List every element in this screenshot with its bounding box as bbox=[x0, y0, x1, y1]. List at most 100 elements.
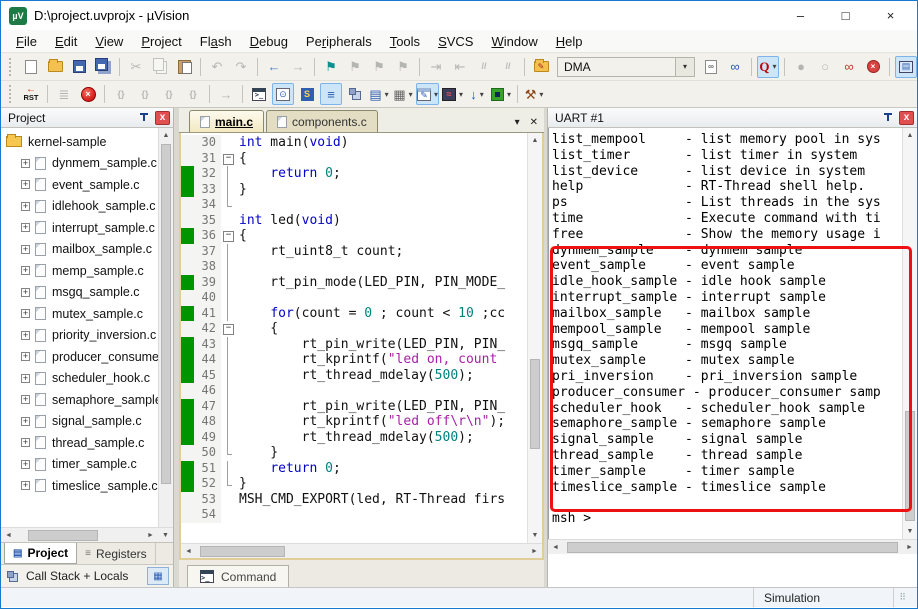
watch-window-icon[interactable]: ▤ ▾ bbox=[368, 83, 390, 105]
scroll-right-icon[interactable]: ► bbox=[527, 548, 542, 555]
menu-help[interactable]: Help bbox=[547, 32, 592, 51]
window-list-icon[interactable]: ▾ bbox=[515, 117, 520, 128]
toolbox-icon[interactable]: ⚒ ▾ bbox=[523, 83, 545, 105]
tree-item-semaphore_sample-c[interactable]: + semaphore_sample.c bbox=[1, 389, 173, 411]
symbol-window-icon[interactable]: S bbox=[296, 83, 318, 105]
menu-file[interactable]: File bbox=[7, 32, 46, 51]
tree-item-memp_sample-c[interactable]: + memp_sample.c bbox=[1, 260, 173, 282]
tree-item-msgq_sample-c[interactable]: + msgq_sample.c bbox=[1, 282, 173, 304]
reset-cpu-icon[interactable]: RST bbox=[20, 83, 42, 105]
expand-icon[interactable]: + bbox=[21, 180, 30, 190]
step-into-icon[interactable]: {} bbox=[110, 83, 132, 105]
code-line-34[interactable]: 34 bbox=[181, 197, 527, 213]
expand-icon[interactable]: + bbox=[21, 244, 30, 254]
tree-item-signal_sample-c[interactable]: + signal_sample.c bbox=[1, 411, 173, 433]
tab-main-c[interactable]: main.c bbox=[189, 110, 265, 132]
paste-icon[interactable] bbox=[173, 56, 195, 78]
code-line-50[interactable]: 50 } bbox=[181, 445, 527, 461]
fold-toggle-icon[interactable] bbox=[221, 228, 234, 244]
expand-icon[interactable]: + bbox=[21, 266, 30, 276]
code-line-46[interactable]: 46 bbox=[181, 383, 527, 399]
code-line-47[interactable]: 47 rt_pin_write(LED_PIN, PIN_ bbox=[181, 398, 527, 414]
breakpoint-kill-all-icon[interactable]: × bbox=[862, 56, 884, 78]
tree-item-event_sample-c[interactable]: + event_sample.c bbox=[1, 174, 173, 196]
tree-item-producer_consumer-c[interactable]: + producer_consumer.c bbox=[1, 346, 173, 368]
unindent-icon[interactable]: ⇤ bbox=[449, 56, 471, 78]
code-line-52[interactable]: 52} bbox=[181, 476, 527, 492]
expand-icon[interactable]: + bbox=[21, 395, 30, 405]
resize-grip[interactable]: ⠿ bbox=[893, 588, 917, 607]
disassembly-window-icon[interactable]: ⊙ bbox=[272, 83, 294, 105]
menu-svcs[interactable]: SVCS bbox=[429, 32, 482, 51]
tree-item-dynmem_sample-c[interactable]: + dynmem_sample.c bbox=[1, 153, 173, 175]
scrollbar-thumb[interactable] bbox=[905, 411, 915, 521]
project-window-icon[interactable]: ▤ bbox=[895, 55, 917, 78]
open-file-icon[interactable] bbox=[44, 56, 66, 78]
tree-item-priority_inversion-c[interactable]: + priority_inversion.c bbox=[1, 325, 173, 347]
menu-tools[interactable]: Tools bbox=[381, 32, 429, 51]
scroll-up-icon[interactable]: ▲ bbox=[903, 128, 917, 143]
memory-window-button[interactable]: ▦ bbox=[147, 567, 169, 585]
scrollbar-thumb[interactable] bbox=[567, 541, 898, 553]
scrollbar-thumb[interactable] bbox=[530, 358, 540, 449]
scroll-down-icon[interactable]: ▼ bbox=[528, 528, 542, 543]
scroll-down-icon[interactable]: ▼ bbox=[903, 524, 917, 539]
fold-toggle-icon[interactable] bbox=[221, 151, 234, 167]
scroll-up-icon[interactable]: ▲ bbox=[528, 133, 542, 148]
navigate-back-icon[interactable]: ← bbox=[263, 56, 285, 78]
breakpoint-enable-icon[interactable]: ○ bbox=[814, 56, 836, 78]
editor-vscrollbar[interactable]: ▲ ▼ bbox=[527, 133, 542, 543]
uart-output[interactable]: list_mempool - list memory pool in sys li… bbox=[549, 128, 902, 539]
maximize-button[interactable]: □ bbox=[823, 3, 868, 29]
code-line-43[interactable]: 43 rt_pin_write(LED_PIN, PIN_ bbox=[181, 336, 527, 352]
redo-icon[interactable]: ↷ bbox=[230, 56, 252, 78]
tree-root-kernel-sample[interactable]: kernel-sample bbox=[1, 131, 173, 153]
tree-item-scheduler_hook-c[interactable]: + scheduler_hook.c bbox=[1, 368, 173, 390]
uart-hscrollbar[interactable]: ◄ ► bbox=[548, 539, 917, 554]
scroll-right-icon[interactable]: ► bbox=[902, 544, 917, 551]
expand-icon[interactable]: + bbox=[21, 459, 30, 469]
tree-item-mailbox_sample-c[interactable]: + mailbox_sample.c bbox=[1, 239, 173, 261]
run-to-cursor-icon[interactable]: {} bbox=[182, 83, 204, 105]
expand-icon[interactable]: + bbox=[21, 223, 30, 233]
scroll-right-icon[interactable]: ► bbox=[143, 532, 158, 539]
editor-hscrollbar[interactable]: ◄ ► bbox=[181, 543, 542, 558]
registers-window-icon[interactable]: ≡ bbox=[320, 83, 342, 105]
serial-window-icon[interactable]: ✎ ▾ bbox=[416, 83, 440, 105]
step-over-icon[interactable]: {} bbox=[134, 83, 156, 105]
menu-peripherals[interactable]: Peripherals bbox=[297, 32, 381, 51]
expand-icon[interactable]: + bbox=[21, 287, 30, 297]
tree-item-mutex_sample-c[interactable]: + mutex_sample.c bbox=[1, 303, 173, 325]
uart-vscrollbar[interactable]: ▲ ▼ bbox=[902, 128, 917, 539]
cut-icon[interactable]: ✂ bbox=[125, 56, 147, 78]
copy-icon[interactable] bbox=[149, 56, 171, 78]
scrollbar-thumb[interactable] bbox=[161, 144, 171, 484]
select-target-drop-icon[interactable]: ▾ bbox=[675, 56, 695, 77]
project-close-icon[interactable]: x bbox=[155, 110, 170, 125]
project-tree-vscrollbar[interactable]: ▲ bbox=[158, 128, 173, 527]
tree-item-interrupt_sample-c[interactable]: + interrupt_sample.c bbox=[1, 217, 173, 239]
callstack-bar[interactable]: Call Stack + Locals ▦ bbox=[1, 564, 173, 587]
code-line-33[interactable]: 33} bbox=[181, 181, 527, 197]
code-line-48[interactable]: 48 rt_kprintf("led off\r\n"); bbox=[181, 414, 527, 430]
peripherals-icon[interactable]: ▾ bbox=[490, 83, 512, 105]
menu-project[interactable]: Project bbox=[132, 32, 190, 51]
bookmark-clear-icon[interactable]: ⚑ bbox=[392, 56, 414, 78]
scrollbar-thumb[interactable] bbox=[28, 529, 98, 541]
project-tree-hscrollbar[interactable]: ◄ ► ▼ bbox=[1, 527, 173, 542]
bookmark-next-icon[interactable]: ⚑ bbox=[368, 56, 390, 78]
tab-project[interactable]: ▤ Project bbox=[4, 543, 78, 564]
code-editor[interactable]: 30int main(void)31{32 return 0;33}3435in… bbox=[181, 133, 527, 543]
bookmark-prev-icon[interactable]: ⚑ bbox=[344, 56, 366, 78]
scroll-left-icon[interactable]: ◄ bbox=[548, 544, 563, 551]
code-line-49[interactable]: 49 rt_thread_mdelay(500); bbox=[181, 429, 527, 445]
uart-close-icon[interactable]: x bbox=[899, 110, 914, 125]
code-line-54[interactable]: 54 bbox=[181, 507, 527, 523]
code-line-40[interactable]: 40 bbox=[181, 290, 527, 306]
tab-components-c[interactable]: components.c bbox=[266, 110, 378, 132]
menu-view[interactable]: View bbox=[86, 32, 132, 51]
code-line-30[interactable]: 30 int main(void) bbox=[181, 135, 527, 151]
tree-item-timeslice_sample-c[interactable]: + timeslice_sample.c bbox=[1, 475, 173, 497]
find-in-files-icon[interactable]: ∞ bbox=[700, 56, 722, 78]
tab-command[interactable]: >_ Command bbox=[187, 565, 290, 587]
